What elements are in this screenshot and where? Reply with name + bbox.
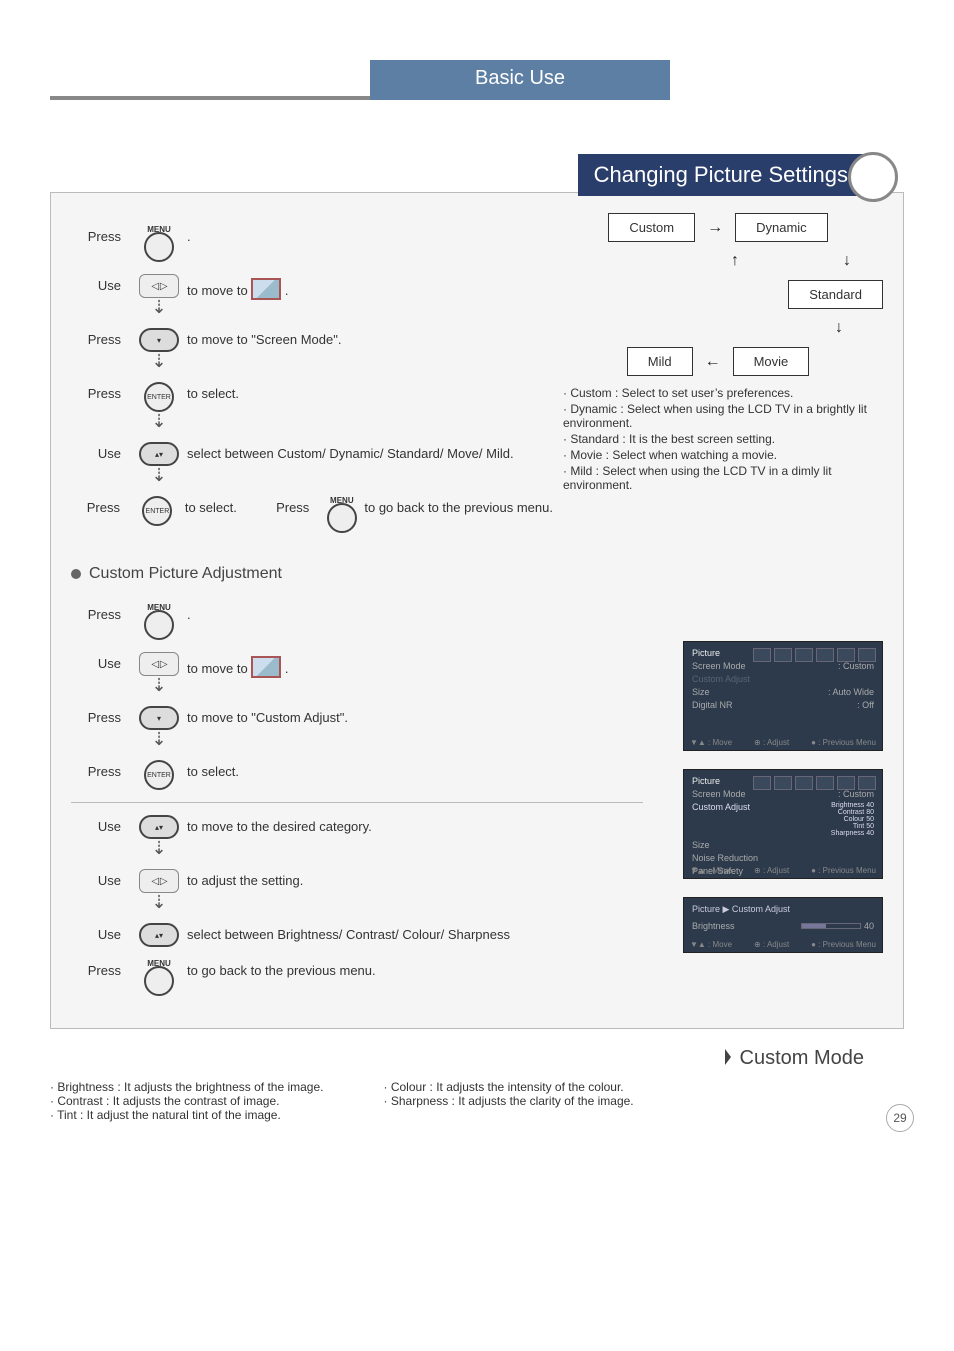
- basic-use-tab: Basic Use: [370, 60, 670, 96]
- mode-descriptions: · Custom : Select to set user’s preferen…: [553, 376, 883, 492]
- subsection-heading: Custom Picture Adjustment: [71, 565, 883, 583]
- up-down-button-icon: ▴▾: [139, 442, 179, 466]
- left-right-button-icon: ◁ ▷: [139, 274, 179, 298]
- down-button-icon: ▾: [139, 328, 179, 352]
- up-down-button-icon: ▴▾: [139, 815, 179, 839]
- tv-screenshot-2: Picture Screen Mode: Custom Custom Adjus…: [683, 769, 883, 879]
- definitions: Brightness : It adjusts the brightness o…: [50, 1080, 904, 1122]
- mode-diagram: Custom → Dynamic ↑ ↓ Standard ↓: [553, 213, 883, 545]
- basic-use-header: Basic Use: [50, 60, 904, 124]
- instructions-panel: Press MENU . Use ◁ ▷ ⇣ to move to .: [50, 192, 904, 1029]
- arrow-down-icon: ⇣: [151, 298, 166, 316]
- left-right-button-icon: ◁ ▷: [139, 869, 179, 893]
- left-right-button-icon: ◁ ▷: [139, 652, 179, 676]
- enter-button-icon: ENTER: [144, 382, 174, 412]
- menu-button-icon: [144, 966, 174, 996]
- menu-button-icon: [327, 503, 357, 533]
- page-number: 29: [886, 1104, 914, 1132]
- tv-screenshot-3: Picture ▶ Custom Adjust Brightness 40 ▼▲…: [683, 897, 883, 953]
- menu-button-icon: [144, 610, 174, 640]
- up-down-button-icon: ▴▾: [139, 923, 179, 947]
- tv-screenshot-1: Picture Screen Mode: Custom Custom Adjus…: [683, 641, 883, 751]
- enter-button-icon: ENTER: [144, 760, 174, 790]
- enter-button-icon: ENTER: [142, 496, 172, 526]
- custom-mode-heading: Custom Mode: [50, 1047, 904, 1070]
- step-verb: Press: [71, 225, 131, 244]
- down-button-icon: ▾: [139, 706, 179, 730]
- menu-button-icon: [144, 232, 174, 262]
- section-title: Changing Picture Settings: [578, 154, 864, 196]
- picture-icon: [251, 278, 281, 300]
- step-text: .: [187, 225, 191, 244]
- picture-icon: [251, 656, 281, 678]
